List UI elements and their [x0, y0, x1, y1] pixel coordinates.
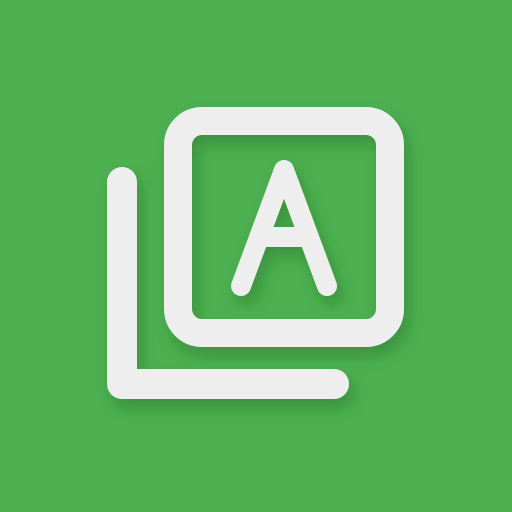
app-icon-tile: A: [0, 0, 512, 512]
letter-a-glyph: [231, 160, 337, 296]
library-icon: A: [107, 107, 404, 399]
